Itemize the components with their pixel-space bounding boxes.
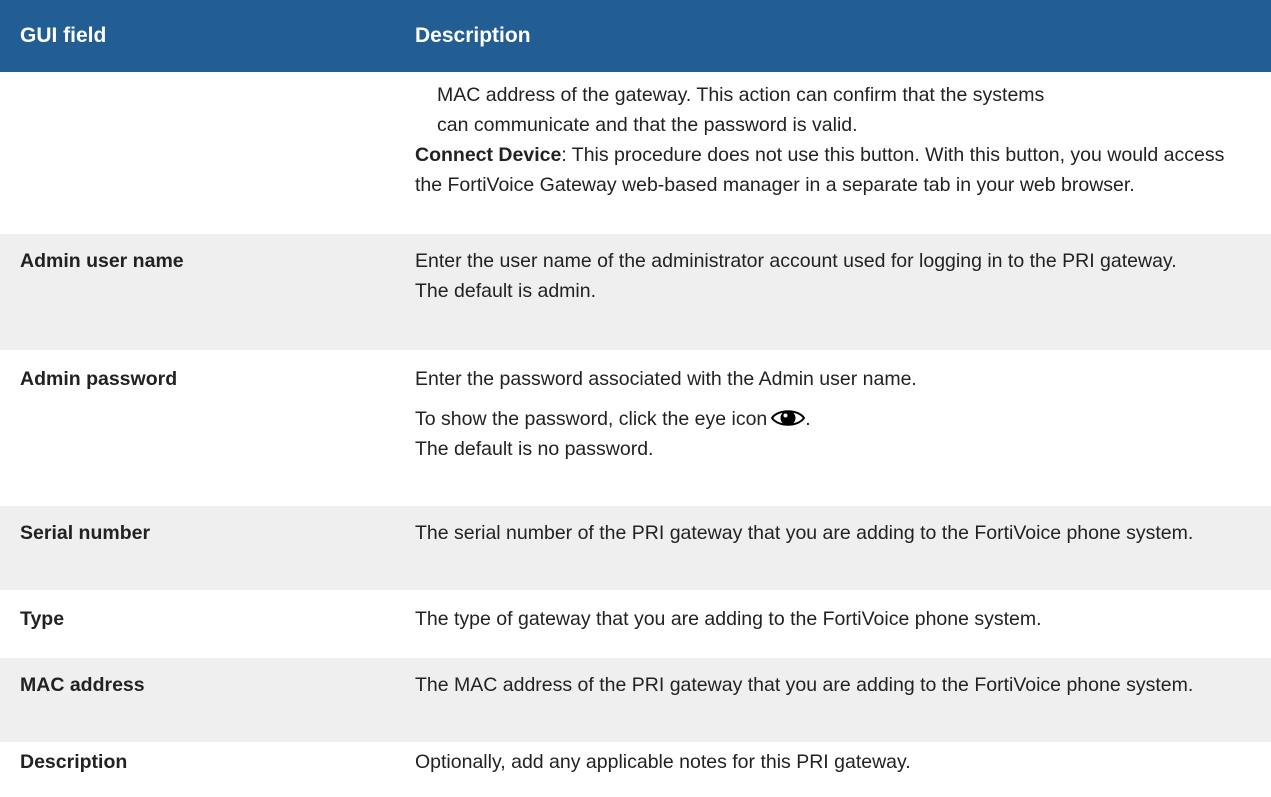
table-row-continuation: MAC address of the gateway. This action … — [0, 72, 1271, 234]
table-row-admin-password: Admin password Enter the password associ… — [0, 351, 1271, 506]
admin-password-eye-text: To show the password, click the eye icon — [415, 408, 768, 430]
description-description: Optionally, add any applicable notes for… — [390, 743, 1271, 785]
field-cell-continuation — [0, 72, 390, 234]
field-admin-user-name: Admin user name — [0, 233, 390, 352]
field-mac-address: MAC address — [0, 657, 390, 744]
admin-password-desc-2: To show the password, click the eye icon… — [415, 404, 1251, 434]
table-row-type: Type The type of gateway that you are ad… — [0, 591, 1271, 658]
description-admin-user-name: Enter the user name of the administrator… — [390, 233, 1271, 352]
header-description: Description — [415, 24, 531, 47]
field-admin-password: Admin password — [0, 351, 390, 506]
field-type: Type — [0, 591, 390, 658]
table-row-description: Description Optionally, add any applicab… — [0, 743, 1271, 785]
connect-device-paragraph: Connect Device: This procedure does not … — [415, 140, 1251, 200]
table-row-admin-user-name: Admin user name Enter the user name of t… — [0, 233, 1271, 352]
description-mac-address: The MAC address of the PRI gateway that … — [390, 657, 1271, 744]
description-type: The type of gateway that you are adding … — [390, 591, 1271, 658]
admin-user-desc-2: The default is admin. — [415, 280, 597, 302]
mac-desc: The MAC address of the PRI gateway that … — [415, 674, 1194, 696]
type-desc: The type of gateway that you are adding … — [415, 608, 1042, 630]
table-header: GUI field Description — [0, 0, 1271, 72]
admin-user-desc-1: Enter the user name of the administrator… — [415, 250, 1177, 272]
admin-password-eye-period: . — [805, 408, 811, 430]
header-row: GUI field Description — [0, 0, 1271, 72]
description-cell-continuation: MAC address of the gateway. This action … — [390, 72, 1271, 234]
admin-password-desc-3: The default is no password. — [415, 438, 654, 460]
connect-device-label: Connect Device — [415, 144, 562, 166]
field-description: Description — [0, 743, 390, 785]
description-desc: Optionally, add any applicable notes for… — [415, 751, 911, 773]
table-row-serial-number: Serial number The serial number of the P… — [0, 505, 1271, 592]
serial-desc: The serial number of the PRI gateway tha… — [415, 522, 1194, 544]
continuation-line-1: MAC address of the gateway. This action … — [437, 84, 1045, 106]
field-serial-number: Serial number — [0, 505, 390, 592]
admin-password-desc-1: Enter the password associated with the A… — [415, 368, 917, 390]
description-serial-number: The serial number of the PRI gateway tha… — [390, 505, 1271, 592]
continuation-line-2: can communicate and that the password is… — [437, 114, 858, 136]
gui-field-table: GUI field Description MAC address of the… — [0, 0, 1271, 785]
description-admin-password: Enter the password associated with the A… — [390, 351, 1271, 506]
table-row-mac-address: MAC address The MAC address of the PRI g… — [0, 657, 1271, 744]
header-gui-field: GUI field — [20, 24, 107, 47]
eye-icon — [771, 410, 806, 426]
